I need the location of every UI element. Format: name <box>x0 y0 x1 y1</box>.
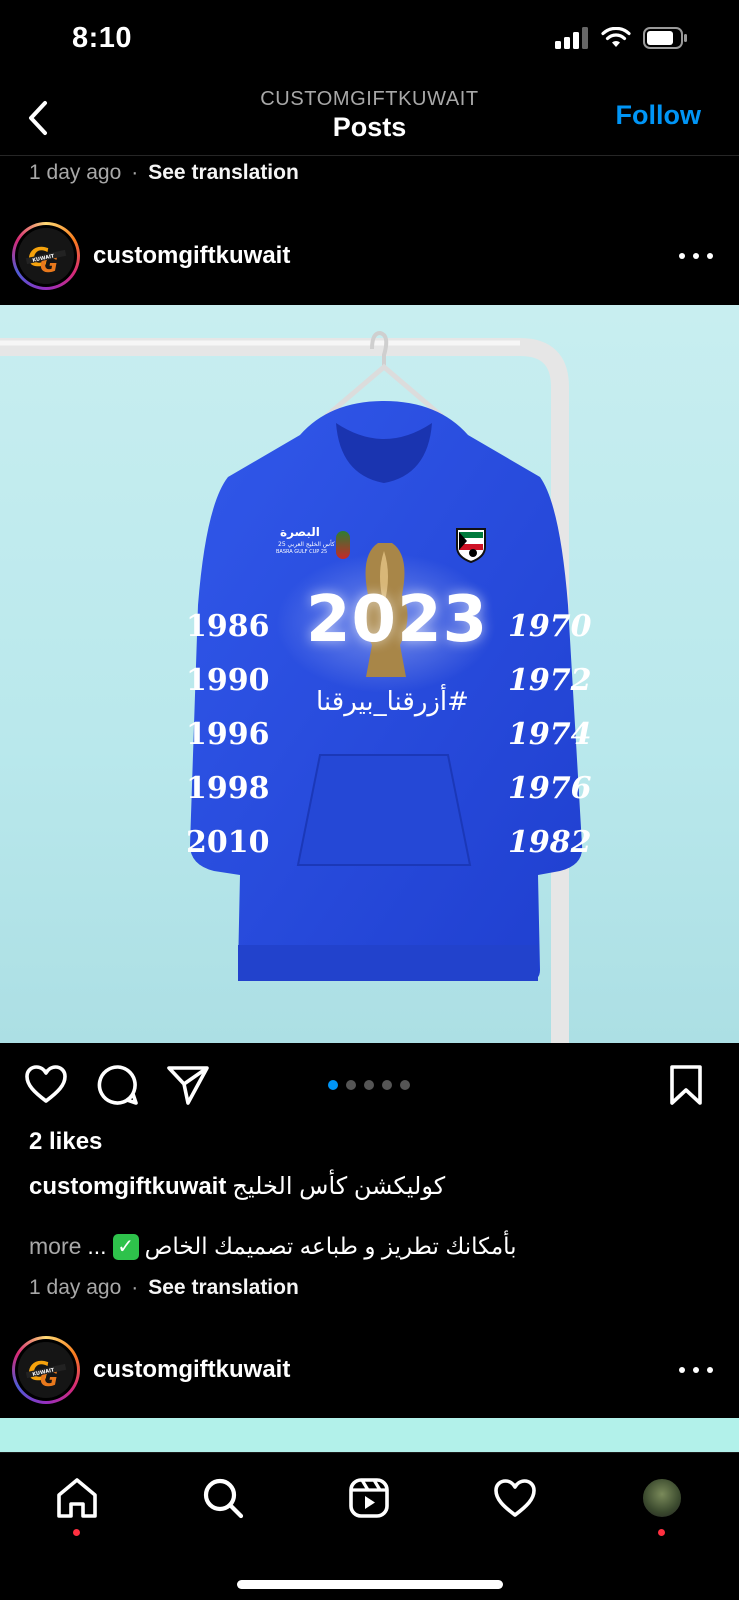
separator: · <box>131 161 139 184</box>
hoodie-year: 2023 <box>306 583 489 657</box>
post-image[interactable]: البصرة كأس الخليج العربي 25 BASRA GULF C… <box>0 305 739 1043</box>
tab-activity[interactable] <box>490 1473 540 1523</box>
carousel-dot <box>364 1080 374 1090</box>
cellular-signal-icon <box>555 27 588 49</box>
comment-button[interactable] <box>97 1064 139 1111</box>
share-button[interactable] <box>166 1064 210 1111</box>
sleeve-year: 2010 <box>186 825 270 860</box>
tab-search[interactable] <box>198 1473 248 1523</box>
post-username[interactable]: customgiftkuwait <box>93 1356 290 1384</box>
next-post-image[interactable] <box>0 1418 739 1452</box>
sleeve-year: 1970 <box>508 609 592 644</box>
caption-text: بأمكانك تطريز و طباعه تصميمك الخاص <box>144 1233 517 1259</box>
more-link[interactable]: more <box>29 1233 81 1260</box>
brand-logo: G G KUWAIT <box>18 1342 74 1398</box>
status-time: 8:10 <box>72 22 133 54</box>
avatar[interactable]: G G KUWAIT <box>12 1336 80 1404</box>
prev-post-meta: 1 day ago · See translation <box>29 161 299 185</box>
wifi-icon <box>601 27 631 47</box>
check-mark-icon: ✓ <box>112 1233 139 1260</box>
tab-home[interactable] <box>52 1473 102 1523</box>
home-indicator <box>237 1580 503 1589</box>
avatar[interactable]: G G KUWAIT <box>12 222 80 290</box>
profile-notification-dot <box>658 1529 665 1536</box>
reels-icon <box>349 1478 389 1518</box>
caption-text: كوليكشن كأس الخليج <box>232 1173 446 1200</box>
more-options-icon[interactable] <box>679 1358 713 1382</box>
bookmark-icon <box>670 1065 702 1105</box>
tab-reels[interactable] <box>344 1473 394 1523</box>
post-time: 1 day ago <box>29 161 122 184</box>
carousel-dot <box>328 1080 338 1090</box>
likes-count[interactable]: 2 likes <box>29 1128 102 1156</box>
separator: · <box>131 1276 139 1299</box>
status-bar: 8:10 <box>0 0 739 80</box>
post-header: G G KUWAIT customgiftkuwait <box>0 206 739 306</box>
left-sleeve-years: 1986 1990 1996 1998 2010 <box>186 609 270 879</box>
post-time: 1 day ago <box>29 1276 122 1299</box>
like-button[interactable] <box>24 1064 68 1109</box>
post-actions <box>0 1060 739 1110</box>
gulf-cup-emblem <box>336 531 350 559</box>
status-icons <box>555 26 689 50</box>
badge-subtitle: كأس الخليج العربي 25 <box>278 541 335 548</box>
next-post-header: G G KUWAIT customgiftkuwait <box>0 1320 739 1420</box>
badge-caption: BASRA GULF CUP 25 <box>276 549 328 555</box>
sleeve-year: 1974 <box>508 717 592 752</box>
send-icon <box>167 1066 209 1105</box>
tab-profile[interactable] <box>637 1473 687 1523</box>
badge-title: البصرة <box>280 525 320 539</box>
nav-header: CUSTOMGIFTKUWAIT Posts Follow <box>0 80 739 156</box>
post-meta: 1 day ago · See translation <box>29 1276 299 1300</box>
save-button[interactable] <box>668 1064 704 1111</box>
post-username[interactable]: customgiftkuwait <box>93 242 290 270</box>
home-notification-dot <box>73 1529 80 1536</box>
caption-line-2: more ... ✓ بأمكانك تطريز و طباعه تصميمك … <box>29 1233 517 1260</box>
see-translation-link[interactable]: See translation <box>148 161 299 185</box>
battery-icon <box>643 27 687 49</box>
profile-avatar <box>641 1477 683 1519</box>
brand-logo: G G KUWAIT <box>18 228 74 284</box>
caption-line: customgiftkuwait كوليكشن كأس الخليج <box>29 1172 445 1201</box>
heart-icon <box>494 1479 536 1517</box>
comment-icon <box>97 1065 138 1105</box>
sleeve-year: 1976 <box>508 771 592 806</box>
carousel-dot <box>346 1080 356 1090</box>
search-icon <box>203 1478 244 1519</box>
carousel-indicator <box>328 1080 410 1090</box>
heart-icon <box>25 1065 67 1103</box>
caption-ellipsis: ... <box>87 1233 107 1259</box>
carousel-dot <box>382 1080 392 1090</box>
hoodie-hashtag: #أزرقنا_بيرقنا <box>316 687 469 717</box>
home-icon <box>57 1478 97 1518</box>
bottom-tab-bar <box>0 1452 739 1600</box>
sleeve-year: 1972 <box>508 663 592 698</box>
hoodie-photo <box>0 330 583 1043</box>
sleeve-year: 1998 <box>186 771 270 806</box>
sleeve-year: 1986 <box>186 609 270 644</box>
kuwait-crest-icon <box>455 527 487 564</box>
sleeve-year: 1990 <box>186 663 270 698</box>
sleeve-year: 1996 <box>186 717 270 752</box>
follow-button[interactable]: Follow <box>616 100 701 131</box>
sleeve-year: 1982 <box>508 825 592 860</box>
carousel-dot <box>400 1080 410 1090</box>
right-sleeve-years: 1970 1972 1974 1976 1982 <box>508 609 592 879</box>
see-translation-link[interactable]: See translation <box>148 1276 299 1300</box>
more-options-icon[interactable] <box>679 244 713 268</box>
caption-username[interactable]: customgiftkuwait <box>29 1173 226 1201</box>
